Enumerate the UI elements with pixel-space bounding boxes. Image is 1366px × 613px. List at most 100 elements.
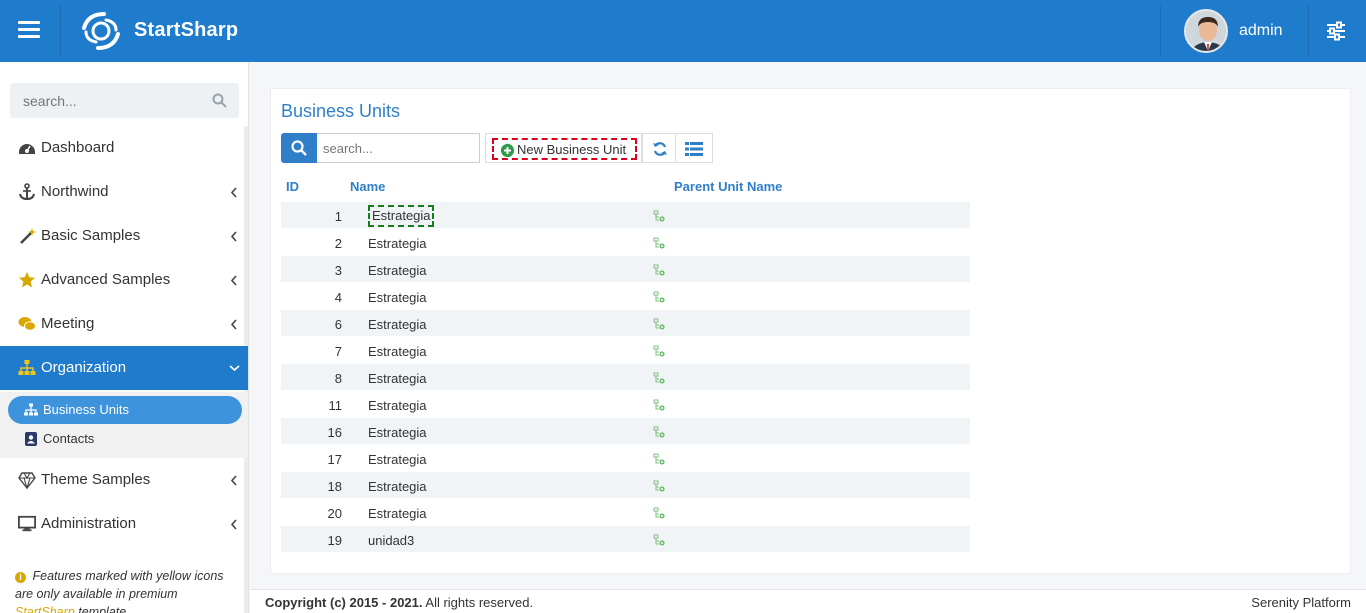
sidebar-item-label: Basic Samples (41, 227, 141, 244)
brand-name[interactable]: StartSharp (134, 19, 238, 42)
parent-unit-icon[interactable] (653, 426, 665, 438)
table-row[interactable]: 7 Estrategia (281, 337, 970, 364)
user-avatar[interactable] (1184, 9, 1228, 53)
cell-id: 19 (327, 533, 342, 548)
cell-name-link[interactable]: Estrategia (368, 344, 427, 359)
table-row[interactable]: 2 Estrategia (281, 229, 970, 256)
page-title: Business Units (281, 101, 401, 121)
cell-name-link[interactable]: Estrategia (368, 398, 427, 413)
sidebar-search-input[interactable] (10, 83, 200, 118)
parent-unit-icon[interactable] (653, 291, 665, 303)
cell-name-link[interactable]: Estrategia (368, 236, 427, 251)
quick-search-input[interactable] (317, 133, 480, 163)
header-divider (1160, 6, 1161, 56)
sidebar-item-dashboard[interactable]: Dashboard (0, 126, 248, 170)
cell-id: 4 (334, 290, 342, 305)
parent-unit-icon[interactable] (653, 480, 665, 492)
cell-id: 1 (334, 209, 342, 224)
parent-unit-icon[interactable] (653, 507, 665, 519)
parent-unit-icon[interactable] (653, 237, 665, 249)
sidebar-item-northwind[interactable]: Northwind (0, 170, 248, 214)
parent-unit-icon[interactable] (653, 372, 665, 384)
cell-name-link[interactable]: Estrategia (368, 263, 427, 278)
table-row[interactable]: 8 Estrategia (281, 364, 970, 391)
sidebar-item-administration[interactable]: Administration (0, 502, 248, 546)
sidebar-subitem-business-units[interactable]: Business Units (8, 396, 242, 424)
menu-toggle-icon[interactable] (18, 21, 40, 39)
cell-name-link[interactable]: unidad3 (368, 533, 414, 548)
sidebar-item-basic-samples[interactable]: Basic Samples (0, 214, 248, 258)
cell-name-link[interactable]: Estrategia (368, 425, 427, 440)
sidebar-item-organization[interactable]: Organization (0, 346, 248, 390)
cell-name-link[interactable]: Estrategia (368, 371, 427, 386)
cell-id: 8 (334, 371, 342, 386)
cell-id: 20 (327, 506, 342, 521)
search-icon (291, 140, 307, 156)
chevron-down-icon (229, 365, 240, 372)
cell-name-link[interactable]: Estrategia (368, 506, 427, 521)
refresh-icon (653, 142, 667, 156)
cell-name-link[interactable]: Estrategia (368, 290, 427, 305)
cell-id: 18 (327, 479, 342, 494)
sidebar-subitem-label: Business Units (43, 402, 129, 417)
sidebar-item-advanced-samples[interactable]: Advanced Samples (0, 258, 248, 302)
table-row[interactable]: 6 Estrategia (281, 310, 970, 337)
column-header-parent-unit-name[interactable]: Parent Unit Name (674, 179, 782, 194)
table-row[interactable]: 1 Estrategia (281, 202, 970, 229)
parent-unit-icon[interactable] (653, 264, 665, 276)
refresh-button[interactable] (642, 133, 676, 163)
note-brand-link[interactable]: StartSharp (15, 605, 75, 613)
column-picker-button[interactable] (675, 133, 713, 163)
cell-id: 16 (327, 425, 342, 440)
sidebar-item-theme-samples[interactable]: Theme Samples (0, 458, 248, 502)
platform-name[interactable]: Serenity Platform (1251, 595, 1351, 610)
table-row[interactable]: 4 Estrategia (281, 283, 970, 310)
table-row[interactable]: 16 Estrategia (281, 418, 970, 445)
chevron-left-icon (230, 475, 237, 486)
settings-sliders-icon[interactable] (1325, 21, 1347, 41)
header-divider (1308, 6, 1309, 56)
parent-unit-icon[interactable] (653, 453, 665, 465)
cell-name-link[interactable]: Estrategia (368, 317, 427, 332)
parent-unit-icon[interactable] (653, 345, 665, 357)
table-row[interactable]: 3 Estrategia (281, 256, 970, 283)
new-button-label: New Business Unit (517, 142, 627, 157)
new-business-unit-button[interactable]: New Business Unit (485, 133, 642, 163)
column-header-name[interactable]: Name (350, 179, 385, 194)
username[interactable]: admin (1239, 22, 1283, 40)
parent-unit-icon[interactable] (653, 399, 665, 411)
sidebar-item-meeting[interactable]: Meeting (0, 302, 248, 346)
business-units-panel: Business Units New Business Unit ID Name… (270, 88, 1351, 574)
copyright-text: Copyright (c) 2015 - 2021. All rights re… (265, 595, 533, 610)
parent-unit-icon[interactable] (653, 534, 665, 546)
cell-name-link[interactable]: Estrategia (368, 479, 427, 494)
chevron-left-icon (230, 231, 237, 242)
sidebar-item-label: Administration (41, 515, 137, 532)
table-row[interactable]: 18 Estrategia (281, 472, 970, 499)
copyright-bold: Copyright (c) 2015 - 2021. (265, 595, 423, 610)
header-divider (60, 6, 61, 56)
sidebar-item-label: Organization (41, 359, 127, 376)
table-row[interactable]: 11 Estrategia (281, 391, 970, 418)
cell-id: 2 (334, 236, 342, 251)
table-row[interactable]: 20 Estrategia (281, 499, 970, 526)
highlight-frame: New Business Unit (492, 138, 637, 160)
sidebar-subitem-contacts[interactable]: Contacts (8, 425, 242, 453)
cell-id: 11 (328, 398, 343, 413)
parent-unit-icon[interactable] (653, 210, 665, 222)
column-header-id[interactable]: ID (286, 179, 299, 194)
search-icon[interactable] (212, 93, 227, 108)
quick-search-button[interactable] (281, 133, 317, 163)
cell-name-link[interactable]: Estrategia (368, 205, 434, 227)
chevron-left-icon (230, 275, 237, 286)
cell-name-link[interactable]: Estrategia (368, 452, 427, 467)
plus-circle-icon (501, 144, 514, 157)
table-row[interactable]: 19 unidad3 (281, 526, 970, 553)
startsharp-logo-icon (82, 12, 120, 50)
top-header: StartSharp admin (0, 0, 1366, 62)
grid-header: ID Name Parent Unit Name (281, 175, 970, 202)
cell-id: 3 (334, 263, 342, 278)
table-row[interactable]: 17 Estrategia (281, 445, 970, 472)
parent-unit-icon[interactable] (653, 318, 665, 330)
sidebar-item-label: Dashboard (41, 139, 115, 156)
